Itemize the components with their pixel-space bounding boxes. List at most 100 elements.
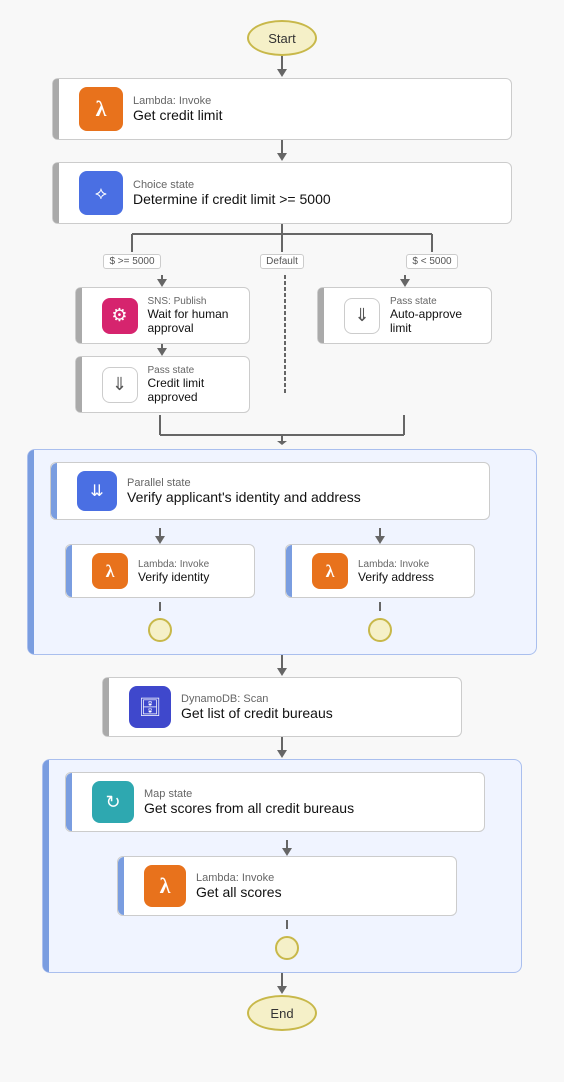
pass-approved-icon: ⇓ bbox=[112, 374, 127, 395]
choice-state-box[interactable]: ⟡ Choice state Determine if credit limit… bbox=[52, 162, 512, 224]
lambda-get-credit-main: Get credit limit bbox=[133, 107, 222, 123]
choice-main: Determine if credit limit >= 5000 bbox=[133, 191, 331, 207]
parallel-main: Verify applicant's identity and address bbox=[127, 489, 361, 505]
center-branch-space bbox=[255, 275, 315, 395]
sns-main: Wait for human approval bbox=[148, 307, 239, 335]
pass-approved-icon-box: ⇓ bbox=[102, 367, 138, 403]
connector-to-end bbox=[275, 973, 289, 995]
start-label: Start bbox=[268, 31, 295, 46]
pass-auto-box[interactable]: ⇓ Pass state Auto-approve limit bbox=[317, 287, 492, 344]
left-bar-pass-approved bbox=[76, 357, 82, 412]
sns-top: SNS: Publish bbox=[148, 296, 239, 307]
left-bar-identity bbox=[66, 545, 72, 597]
lambda-scores-icon: λ bbox=[160, 873, 171, 899]
address-top: Lambda: Invoke bbox=[358, 559, 434, 570]
dynamo-text: DynamoDB: Scan Get list of credit bureau… bbox=[181, 693, 333, 721]
identity-end-oval bbox=[148, 618, 172, 642]
sns-branch: ⚙ SNS: Publish Wait for human approval ⇓ bbox=[72, 275, 252, 413]
lambda-identity-icon: λ bbox=[106, 561, 115, 582]
left-bar-scores bbox=[118, 857, 124, 915]
sns-icon-box: ⚙ bbox=[102, 298, 138, 334]
map-container: ↻ Map state Get scores from all credit b… bbox=[42, 759, 522, 973]
pass-approved-box[interactable]: ⇓ Pass state Credit limit approved bbox=[75, 356, 250, 413]
connector-svg-2 bbox=[275, 140, 289, 162]
left-bar-dynamo bbox=[103, 678, 109, 736]
pass-auto-icon: ⇓ bbox=[354, 305, 369, 326]
lambda-icon-box: λ bbox=[79, 87, 123, 131]
identity-top: Lambda: Invoke bbox=[138, 559, 209, 570]
connector-svg bbox=[275, 56, 289, 78]
parallel-container: ⇊ Parallel state Verify applicant's iden… bbox=[27, 449, 537, 655]
branch-labels-row: $ >= 5000 Default $ < 5000 bbox=[72, 254, 492, 271]
left-bar-choice bbox=[53, 163, 59, 223]
choice-icon-box: ⟡ bbox=[79, 171, 123, 215]
lambda-address-icon-box: λ bbox=[312, 553, 348, 589]
address-end-oval bbox=[368, 618, 392, 642]
pass-approved-main: Credit limit approved bbox=[148, 376, 239, 404]
map-top: Map state bbox=[144, 788, 354, 800]
dynamodb-box[interactable]: 🗄 DynamoDB: Scan Get list of credit bure… bbox=[102, 677, 462, 737]
branch-lines-svg bbox=[72, 224, 492, 254]
map-icon: ↻ bbox=[105, 792, 120, 813]
left-bar-parallel bbox=[51, 463, 57, 519]
lambda-get-credit-text: Lambda: Invoke Get credit limit bbox=[133, 95, 222, 123]
address-text: Lambda: Invoke Verify address bbox=[358, 559, 434, 584]
end-label: End bbox=[270, 1006, 293, 1021]
map-left-bar bbox=[43, 760, 49, 972]
branch-section: $ >= 5000 Default $ < 5000 ⚙ bbox=[32, 224, 532, 445]
map-end-oval bbox=[275, 936, 299, 960]
start-oval: Start bbox=[247, 20, 317, 56]
merge-lines-svg bbox=[72, 415, 492, 445]
dynamo-top: DynamoDB: Scan bbox=[181, 693, 333, 705]
label-default: Default bbox=[260, 254, 304, 269]
address-branch: λ Lambda: Invoke Verify address bbox=[285, 528, 475, 642]
branch-boxes-row: ⚙ SNS: Publish Wait for human approval ⇓ bbox=[72, 275, 492, 413]
map-main: Get scores from all credit bureaus bbox=[144, 800, 354, 816]
lambda-identity-icon-box: λ bbox=[92, 553, 128, 589]
choice-icon: ⟡ bbox=[95, 183, 107, 204]
pass-auto-main: Auto-approve limit bbox=[390, 307, 481, 335]
lambda-identity-box[interactable]: λ Lambda: Invoke Verify identity bbox=[65, 544, 255, 598]
pass-auto-text: Pass state Auto-approve limit bbox=[390, 296, 481, 335]
sns-text: SNS: Publish Wait for human approval bbox=[148, 296, 239, 335]
left-bar-map bbox=[66, 773, 72, 831]
scores-main: Get all scores bbox=[196, 884, 282, 900]
lambda-address-icon: λ bbox=[326, 561, 335, 582]
dynamo-icon: 🗄 bbox=[139, 697, 162, 718]
parallel-branches: λ Lambda: Invoke Verify identity bbox=[50, 528, 490, 642]
lambda-icon: λ bbox=[96, 96, 107, 122]
left-bar bbox=[53, 79, 59, 139]
left-bar-sns bbox=[76, 288, 82, 343]
left-bar-address bbox=[286, 545, 292, 597]
parallel-left-bar bbox=[28, 450, 34, 654]
choice-top: Choice state bbox=[133, 179, 331, 191]
parallel-icon-box: ⇊ bbox=[77, 471, 117, 511]
map-state-box[interactable]: ↻ Map state Get scores from all credit b… bbox=[65, 772, 485, 832]
auto-branch: ⇓ Pass state Auto-approve limit bbox=[317, 275, 492, 344]
pass-auto-icon-box: ⇓ bbox=[344, 298, 380, 334]
dynamo-icon-box: 🗄 bbox=[129, 686, 171, 728]
parallel-text: Parallel state Verify applicant's identi… bbox=[127, 477, 361, 505]
start-node: Start bbox=[247, 20, 317, 78]
branch-right: $ < 5000 bbox=[372, 254, 492, 271]
sns-box[interactable]: ⚙ SNS: Publish Wait for human approval bbox=[75, 287, 250, 344]
lambda-address-box[interactable]: λ Lambda: Invoke Verify address bbox=[285, 544, 475, 598]
identity-main: Verify identity bbox=[138, 570, 209, 584]
lambda-scores-icon-box: λ bbox=[144, 865, 186, 907]
dynamodb-wrapper: 🗄 DynamoDB: Scan Get list of credit bure… bbox=[102, 677, 462, 759]
scores-text: Lambda: Invoke Get all scores bbox=[196, 872, 282, 900]
dynamo-main: Get list of credit bureaus bbox=[181, 705, 333, 721]
pass-approved-text: Pass state Credit limit approved bbox=[148, 365, 239, 404]
lambda-get-credit-box[interactable]: λ Lambda: Invoke Get credit limit bbox=[52, 78, 512, 140]
pass-approved-top: Pass state bbox=[148, 365, 239, 376]
label-lt5000: $ < 5000 bbox=[406, 254, 457, 269]
map-inner-flow: λ Lambda: Invoke Get all scores bbox=[65, 840, 509, 960]
branch-center: Default bbox=[222, 254, 342, 271]
parallel-icon: ⇊ bbox=[90, 481, 103, 501]
scores-top: Lambda: Invoke bbox=[196, 872, 282, 884]
parallel-state-box[interactable]: ⇊ Parallel state Verify applicant's iden… bbox=[50, 462, 490, 520]
lambda-scores-box[interactable]: λ Lambda: Invoke Get all scores bbox=[117, 856, 457, 916]
identity-text: Lambda: Invoke Verify identity bbox=[138, 559, 209, 584]
end-oval: End bbox=[247, 995, 317, 1031]
sns-icon: ⚙ bbox=[111, 305, 127, 326]
